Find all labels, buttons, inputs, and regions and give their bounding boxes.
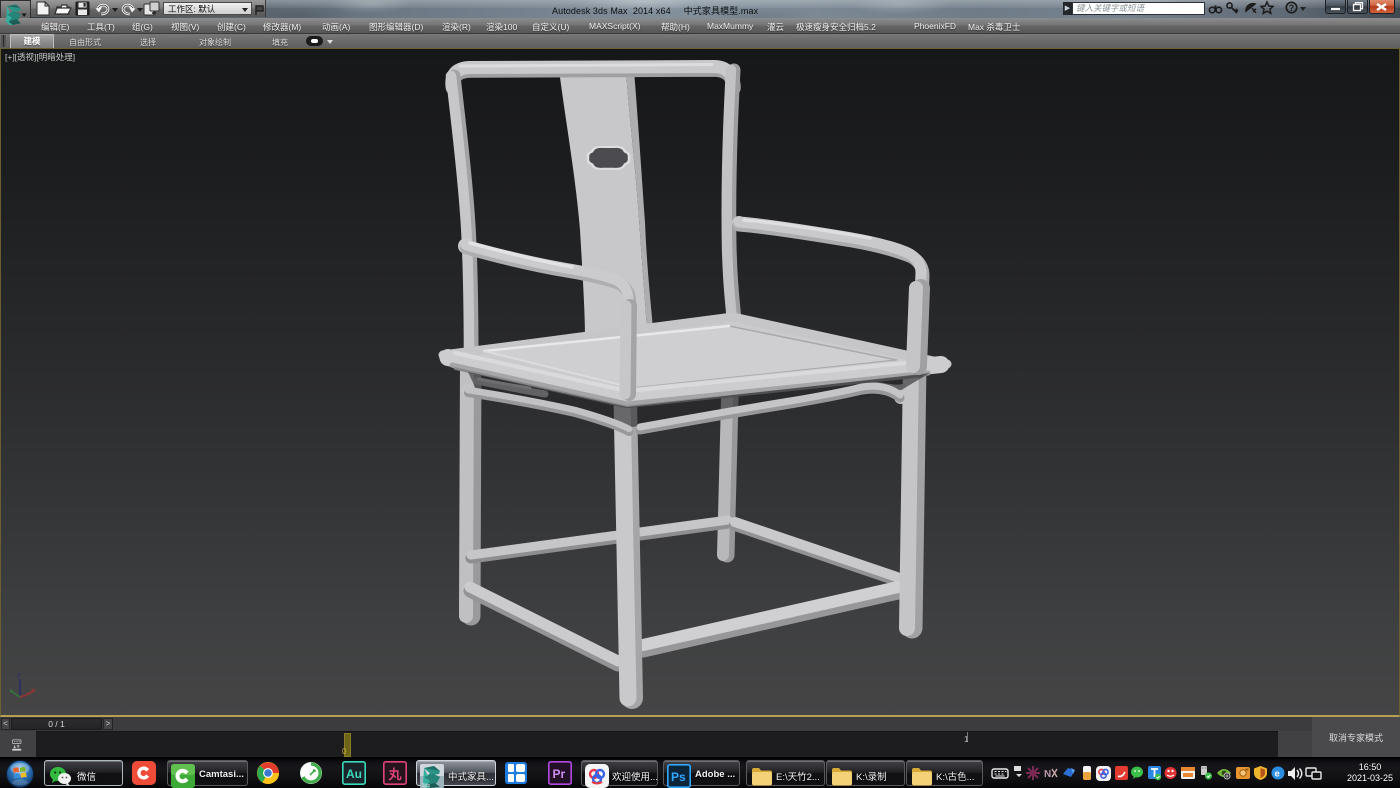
svg-text:Pr: Pr: [553, 767, 566, 781]
svg-text:丸: 丸: [388, 767, 403, 782]
svg-text:Au: Au: [346, 767, 362, 781]
svg-text:?: ?: [1289, 3, 1295, 13]
svg-text:3ds: 3ds: [422, 783, 431, 788]
svg-text:z: z: [17, 670, 21, 679]
svg-text:e: e: [1275, 769, 1280, 780]
svg-text:N: N: [1044, 769, 1051, 780]
svg-text:Ps: Ps: [671, 770, 686, 784]
